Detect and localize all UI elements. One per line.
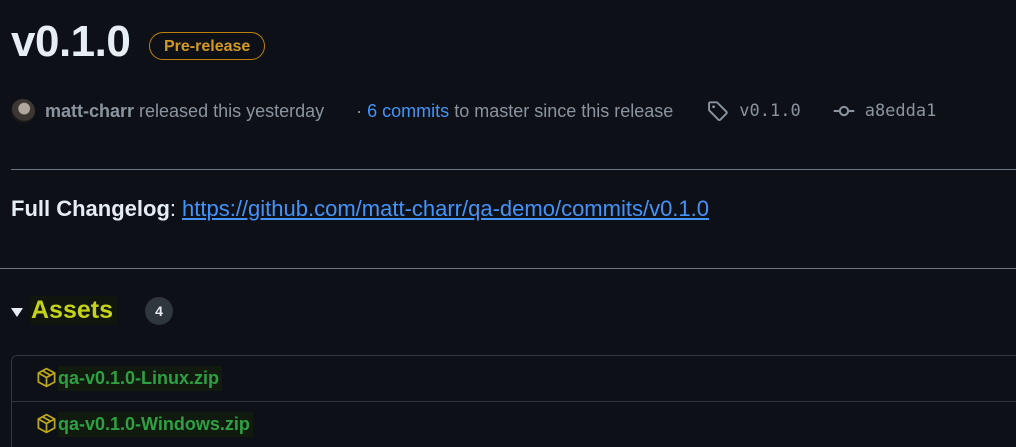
- assets-toggle[interactable]: Assets 4: [11, 296, 173, 325]
- pre-release-badge: Pre-release: [149, 32, 266, 60]
- asset-download-link[interactable]: qa-v0.1.0-Windows.zip: [58, 412, 253, 437]
- package-icon: [36, 413, 57, 434]
- list-item: qa-v0.1.0-Linux.zip: [12, 356, 1016, 402]
- changelog-separator: :: [169, 196, 177, 221]
- commits-suffix: to master since this release: [454, 100, 674, 121]
- caret-down-icon: [11, 308, 23, 317]
- changelog-link[interactable]: https://github.com/matt-charr/qa-demo/co…: [182, 196, 709, 221]
- changelog-label: Full Changelog: [11, 196, 170, 221]
- divider: [11, 169, 1016, 170]
- package-icon: [36, 367, 57, 388]
- assets-title: Assets: [30, 296, 117, 325]
- tag-label: v0.1.0: [739, 101, 801, 121]
- release-title[interactable]: v0.1.0: [11, 17, 131, 67]
- assets-count-badge: 4: [145, 296, 173, 325]
- release-page: v0.1.0 Pre-release matt-charr released t…: [0, 0, 1016, 447]
- author-link[interactable]: matt-charr: [45, 101, 134, 122]
- commit-link[interactable]: a8edda1: [833, 100, 937, 122]
- commit-sha: a8edda1: [864, 101, 937, 121]
- release-time-text: released this yesterday: [139, 100, 325, 121]
- list-item: qa-v0.1.0-Windows.zip: [12, 402, 1016, 447]
- divider: [0, 268, 1016, 269]
- commits-link[interactable]: 6 commits: [367, 101, 449, 121]
- assets-list: qa-v0.1.0-Linux.zip qa-v0.1.0-Windows.zi…: [11, 355, 1016, 447]
- release-meta: matt-charr released this yesterday · 6 c…: [11, 96, 1016, 126]
- asset-download-link[interactable]: qa-v0.1.0-Linux.zip: [58, 366, 223, 391]
- tag-icon: [708, 101, 729, 122]
- git-commit-icon: [833, 105, 855, 117]
- tag-link[interactable]: v0.1.0: [707, 100, 801, 122]
- commits-separator: ·: [356, 100, 363, 121]
- changelog: Full Changelog: https://github.com/matt-c…: [11, 196, 709, 222]
- avatar[interactable]: [11, 99, 35, 123]
- commits-info: · 6 commits to master since this release: [356, 101, 673, 122]
